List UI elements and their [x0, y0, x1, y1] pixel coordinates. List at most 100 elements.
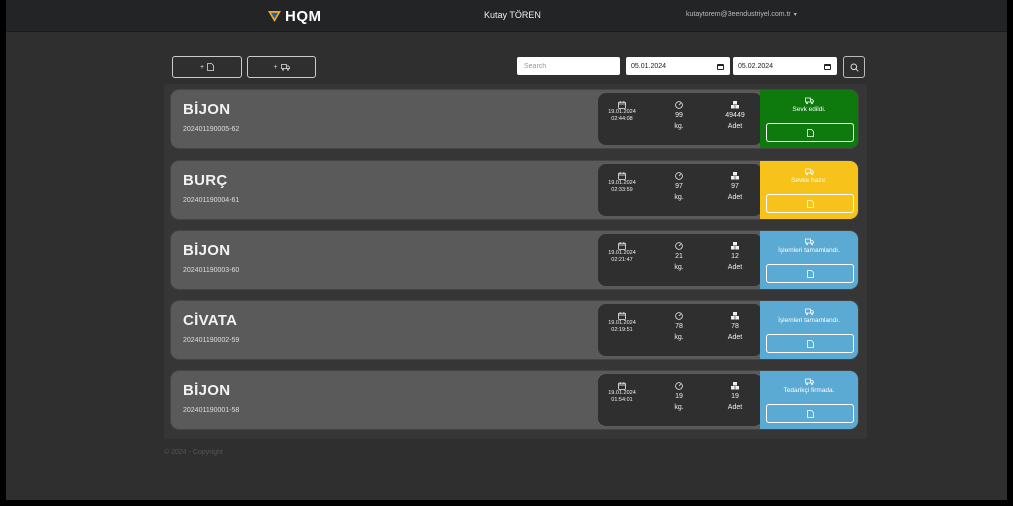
document-button[interactable] [766, 123, 854, 142]
order-datetime: 19.01.2024 02:33:59 [604, 172, 640, 194]
truck-icon [804, 308, 814, 316]
calendar-icon [618, 242, 626, 250]
order-date: 19.01.2024 [608, 390, 636, 396]
order-code: 202401190002-59 [183, 337, 240, 344]
order-weight: 21 kg. [664, 242, 694, 272]
order-title: BURÇ [183, 172, 228, 189]
status-badge: İşlemleri tamamlandı. [778, 247, 840, 254]
document-button[interactable] [766, 264, 854, 283]
quantity-unit: Adet [727, 123, 743, 130]
status-badge: İşlemleri tamamlandı. [778, 317, 840, 324]
logo-icon [268, 11, 281, 22]
order-weight: 97 kg. [664, 172, 694, 202]
quantity-value: 49449 [725, 112, 745, 119]
search-input[interactable] [517, 57, 620, 75]
calendar-icon [618, 101, 626, 109]
order-date: 19.01.2024 [608, 250, 636, 256]
status-panel: Sevk edildi. [760, 90, 858, 148]
brand-logo[interactable]: HQM [268, 8, 322, 25]
order-date: 19.01.2024 [608, 320, 636, 326]
order-code: 202401190005-62 [183, 126, 240, 133]
order-datetime: 19.01.2024 01:54:01 [604, 382, 640, 404]
order-quantity: 97 Adet [715, 172, 755, 202]
top-navbar: HQM Kutay TÖREN kutaytorem@3eendustriyel… [6, 0, 1007, 32]
order-stats: 19.01.2024 02:21:47 21 kg. 12 Adet [598, 234, 762, 286]
quantity-value: 78 [731, 323, 739, 330]
quantity-unit: Adet [727, 194, 743, 201]
weight-value: 97 [675, 183, 683, 190]
truck-icon [804, 378, 814, 386]
calendar-icon [618, 382, 626, 390]
order-quantity: 78 Adet [715, 312, 755, 342]
weight-value: 21 [675, 253, 683, 260]
document-button[interactable] [766, 194, 854, 213]
order-time: 02:21:47 [611, 257, 633, 263]
order-stats: 19.01.2024 02:33:59 97 kg. 97 Adet [598, 164, 762, 216]
user-menu[interactable]: kutaytorem@3eendustriyel.com.tr ▾ [686, 11, 797, 18]
add-document-button[interactable]: + [172, 56, 242, 78]
gauge-icon [675, 312, 683, 320]
order-card[interactable]: BİJON 202401190003-60 19.01.2024 02:21:4… [171, 231, 858, 289]
order-card[interactable]: CİVATA 202401190002-59 19.01.2024 02:19:… [171, 301, 858, 359]
document-icon [806, 128, 814, 137]
order-time: 02:19:51 [611, 327, 633, 333]
order-datetime: 19.01.2024 02:21:47 [604, 242, 640, 264]
order-card[interactable]: BİJON 202401190005-62 19.01.2024 02:44:0… [171, 90, 858, 148]
order-weight: 19 kg. [664, 382, 694, 412]
status-panel: Sevke hazır. [760, 161, 858, 219]
boxes-icon [731, 382, 739, 390]
quantity-value: 97 [731, 183, 739, 190]
document-icon [806, 199, 814, 208]
date-from-value: 05.01.2024 [631, 62, 667, 70]
chevron-down-icon: ▾ [793, 12, 797, 18]
order-quantity: 49449 Adet [715, 101, 755, 131]
add-document-label: + [199, 63, 205, 71]
date-to-field[interactable]: 05.02.2024 [733, 57, 837, 75]
order-time: 02:33:59 [611, 187, 633, 193]
order-list: BİJON 202401190005-62 19.01.2024 02:44:0… [164, 84, 867, 439]
document-button[interactable] [766, 404, 854, 423]
order-code: 202401190001-58 [183, 407, 240, 414]
status-panel: İşlemleri tamamlandı. [760, 301, 858, 359]
weight-unit: kg. [674, 404, 684, 411]
quantity-value: 12 [731, 253, 739, 260]
status-panel: Tedarikçi firmada. [760, 371, 858, 429]
calendar-icon[interactable] [717, 63, 724, 70]
date-from-field[interactable]: 05.01.2024 [626, 57, 730, 75]
weight-value: 78 [675, 323, 683, 330]
order-title: CİVATA [183, 312, 238, 329]
brand-name: HQM [285, 8, 322, 25]
weight-unit: kg. [674, 334, 684, 341]
add-shipment-button[interactable]: + [247, 56, 316, 78]
app-frame: HQM Kutay TÖREN kutaytorem@3eendustriyel… [6, 0, 1007, 500]
order-card[interactable]: BURÇ 202401190004-61 19.01.2024 02:33:59… [171, 161, 858, 219]
quantity-value: 19 [731, 393, 739, 400]
quantity-unit: Adet [727, 404, 743, 411]
order-time: 01:54:01 [611, 397, 633, 403]
truck-icon [280, 63, 290, 71]
weight-value: 19 [675, 393, 683, 400]
order-stats: 19.01.2024 02:44:08 99 kg. 49449 Adet [598, 93, 762, 145]
truck-icon [804, 97, 814, 105]
status-badge: Tedarikçi firmada. [783, 387, 835, 394]
quantity-unit: Adet [727, 334, 743, 341]
order-weight: 78 kg. [664, 312, 694, 342]
order-date: 19.01.2024 [608, 180, 636, 186]
gauge-icon [675, 172, 683, 180]
boxes-icon [731, 242, 739, 250]
document-button[interactable] [766, 334, 854, 353]
user-name: Kutay TÖREN [484, 10, 541, 20]
truck-icon [804, 168, 814, 176]
boxes-icon [731, 312, 739, 320]
calendar-icon[interactable] [824, 63, 831, 70]
boxes-icon [731, 101, 739, 109]
order-title: BİJON [183, 242, 231, 259]
add-shipment-label: + [273, 63, 278, 71]
order-weight: 99 kg. [664, 101, 694, 131]
weight-unit: kg. [674, 194, 684, 201]
order-code: 202401190004-61 [183, 197, 240, 204]
search-button[interactable] [843, 56, 865, 78]
order-card[interactable]: BİJON 202401190001-58 19.01.2024 01:54:0… [171, 371, 858, 429]
weight-unit: kg. [674, 123, 684, 130]
document-icon [207, 63, 214, 71]
